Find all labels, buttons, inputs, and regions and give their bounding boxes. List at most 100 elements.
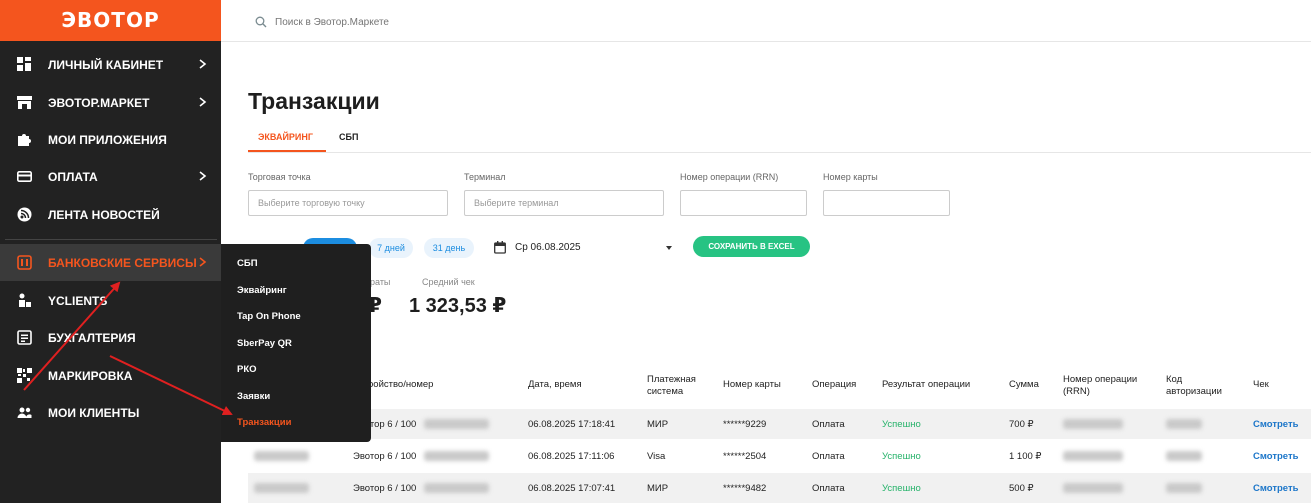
search-icon [255, 16, 267, 28]
period-7-days-button[interactable]: 7 дней [369, 238, 413, 258]
cell-payment-system: МИР [647, 483, 669, 494]
cell-card-number: ******9229 [723, 419, 767, 430]
rrn-input[interactable] [680, 190, 807, 216]
rrn-label: Номер операции (RRN) [680, 172, 779, 182]
cell-operation: Оплата [812, 419, 845, 430]
cell-operation: Оплата [812, 451, 845, 462]
sidebar-item-label: YCLIENTS [48, 294, 108, 308]
bank-icon [17, 255, 32, 270]
submenu-item-tap-on-phone[interactable]: Tap On Phone [237, 311, 301, 322]
col-header-device: ройство/номер [368, 379, 434, 390]
cell-result: Успешно [882, 419, 921, 430]
blurred-rrn [1063, 419, 1123, 429]
cell-result: Успешно [882, 483, 921, 494]
submenu-item-acquiring[interactable]: Эквайринг [237, 285, 287, 296]
cell-datetime: 06.08.2025 17:18:41 [528, 419, 616, 430]
cell-card-number: ******9482 [723, 483, 767, 494]
users-icon [17, 407, 32, 418]
col-header-card-number: Номер карты [723, 379, 781, 390]
bank-services-submenu: СБП Эквайринг Tap On Phone SberPay QR РК… [221, 244, 371, 442]
tab-sbp[interactable]: СБП [339, 132, 358, 142]
blurred-auth-code [1166, 451, 1202, 461]
table-row[interactable]: Эвотор 6 / 100 06.08.2025 17:11:06 Visa … [248, 441, 1311, 471]
evotor-logo[interactable]: ЭВОТОР [0, 0, 221, 41]
sidebar-item-personal-account[interactable]: ЛИЧНЫЙ КАБИНЕТ [0, 46, 221, 83]
tab-acquiring[interactable]: ЭКВАЙРИНГ [258, 132, 313, 142]
sidebar-item-yclients[interactable]: YCLIENTS [0, 282, 221, 319]
sidebar-item-my-apps[interactable]: МОИ ПРИЛОЖЕНИЯ [0, 121, 221, 158]
view-receipt-link[interactable]: Смотреть [1253, 483, 1298, 494]
sidebar-item-label: БАНКОВСКИЕ СЕРВИСЫ [48, 256, 197, 270]
submenu-item-transactions[interactable]: Транзакции [237, 417, 291, 428]
col-header-receipt: Чек [1253, 379, 1269, 390]
col-header-auth-code: Код авторизации [1166, 374, 1222, 397]
avg-check-label: Средний чек [422, 277, 475, 287]
sidebar-item-marking[interactable]: МАРКИРОВКА [0, 357, 221, 394]
blurred-serial [424, 419, 489, 429]
store-icon [17, 96, 32, 109]
table-row[interactable]: Эвотор 6 / 100 06.08.2025 17:07:41 МИР *… [248, 473, 1311, 503]
accounting-icon [17, 330, 32, 345]
view-receipt-link[interactable]: Смотреть [1253, 451, 1298, 462]
card-number-input[interactable] [823, 190, 950, 216]
cell-datetime: 06.08.2025 17:07:41 [528, 483, 616, 494]
sidebar-item-market[interactable]: ЭВОТОР.МАРКЕТ [0, 84, 221, 121]
cell-datetime: 06.08.2025 17:11:06 [528, 451, 615, 462]
sidebar-item-news[interactable]: ЛЕНТА НОВОСТЕЙ [0, 196, 221, 233]
cell-payment-system: Visa [647, 451, 666, 462]
blurred-auth-code [1166, 419, 1202, 429]
card-number-label: Номер карты [823, 172, 878, 182]
col-header-operation: Операция [812, 379, 857, 390]
sidebar-item-label: МОИ КЛИЕНТЫ [48, 406, 140, 420]
blurred-outlet [254, 451, 309, 461]
cell-payment-system: МИР [647, 419, 669, 430]
col-header-datetime: Дата, время [528, 379, 582, 390]
cell-operation: Оплата [812, 483, 845, 494]
outlet-select[interactable]: Выберите торговую точку [248, 190, 448, 216]
tabs-divider [248, 152, 1311, 153]
yclients-icon [19, 293, 31, 307]
chevron-right-icon [199, 97, 207, 107]
puzzle-icon [18, 134, 31, 146]
sidebar-item-payment[interactable]: ОПЛАТА [0, 158, 221, 195]
col-header-result: Результат операции [882, 379, 971, 390]
chevron-right-icon [199, 171, 207, 181]
sidebar-item-my-clients[interactable]: МОИ КЛИЕНТЫ [0, 394, 221, 431]
blurred-rrn [1063, 483, 1123, 493]
sidebar-item-label: БУХГАЛТЕРИЯ [48, 331, 136, 345]
caret-down-icon[interactable] [666, 246, 672, 250]
blurred-rrn [1063, 451, 1123, 461]
sidebar-item-label: ЛИЧНЫЙ КАБИНЕТ [48, 58, 164, 72]
cell-result: Успешно [882, 451, 921, 462]
period-31-days-button[interactable]: 31 день [424, 238, 474, 258]
cell-amount: 1 100 ₽ [1009, 451, 1042, 462]
sidebar-item-label: МАРКИРОВКА [48, 369, 133, 383]
cell-amount: 700 ₽ [1009, 419, 1034, 430]
view-receipt-link[interactable]: Смотреть [1253, 419, 1298, 430]
submenu-item-sbp[interactable]: СБП [237, 258, 258, 269]
sidebar-item-label: ЭВОТОР.МАРКЕТ [48, 96, 150, 110]
table-row[interactable]: Эвотор 6 / 100 06.08.2025 17:18:41 МИР *… [248, 409, 1311, 439]
outlet-label: Торговая точка [248, 172, 311, 182]
terminal-select[interactable]: Выберите терминал [464, 190, 664, 216]
dashboard-icon [17, 57, 31, 71]
save-to-excel-button[interactable]: СОХРАНИТЬ В EXCEL [693, 236, 810, 257]
col-header-payment-system: Платежная система [647, 374, 696, 397]
barcode-icon [17, 368, 32, 383]
sidebar-divider [5, 239, 217, 240]
page-title: Транзакции [248, 88, 380, 114]
submenu-item-requests[interactable]: Заявки [237, 391, 270, 402]
submenu-item-sberpay-qr[interactable]: SberPay QR [237, 338, 292, 349]
sidebar-item-label: ЛЕНТА НОВОСТЕЙ [48, 208, 160, 222]
blurred-serial [424, 451, 489, 461]
sidebar-item-accounting[interactable]: БУХГАЛТЕРИЯ [0, 319, 221, 356]
search-input[interactable] [275, 14, 575, 30]
cell-amount: 500 ₽ [1009, 483, 1034, 494]
avg-check-value: 1 323,53 ₽ [409, 295, 507, 317]
sidebar-item-label: ОПЛАТА [48, 170, 98, 184]
chevron-right-icon [199, 257, 207, 267]
submenu-item-rko[interactable]: РКО [237, 364, 257, 375]
cell-card-number: ******2504 [723, 451, 767, 462]
sidebar-item-bank-services[interactable]: БАНКОВСКИЕ СЕРВИСЫ [0, 244, 221, 281]
date-picker[interactable]: Ср 06.08.2025 [515, 242, 581, 253]
